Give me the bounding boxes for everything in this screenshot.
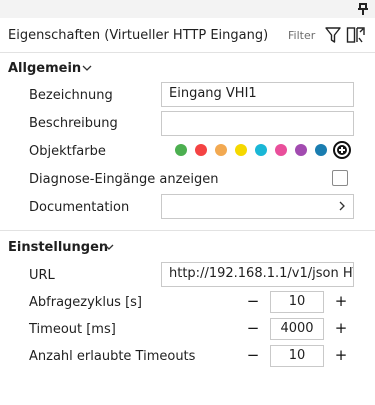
color-swatch[interactable]: [295, 144, 307, 156]
color-swatch[interactable]: [315, 144, 327, 156]
poll-cycle-label: Abfragezyklus [s]: [29, 295, 143, 310]
color-swatch[interactable]: [235, 144, 247, 156]
filter-icon[interactable]: [324, 26, 342, 44]
color-swatch[interactable]: [255, 144, 267, 156]
add-color-icon[interactable]: [333, 141, 351, 159]
chevron-right-icon[interactable]: [337, 201, 347, 211]
section-divider: [0, 230, 375, 231]
poll-cycle-decrement-button[interactable]: −: [245, 293, 261, 309]
header-divider: [0, 52, 375, 53]
documentation-label: Documentation: [29, 200, 130, 215]
max-timeouts-label: Anzahl erlaubte Timeouts: [29, 349, 196, 364]
name-label: Bezeichnung: [29, 88, 113, 103]
description-field[interactable]: [161, 111, 354, 136]
chevron-down-icon[interactable]: [103, 241, 115, 253]
timeout-decrement-button[interactable]: −: [245, 320, 261, 336]
section-settings-heading[interactable]: Einstellungen: [8, 240, 108, 255]
color-swatch[interactable]: [175, 144, 187, 156]
diagnostic-inputs-label: Diagnose-Eingänge anzeigen: [29, 172, 219, 187]
color-swatch[interactable]: [275, 144, 287, 156]
timeout-value[interactable]: 4000: [270, 318, 324, 340]
url-field[interactable]: http://192.168.1.1/v1/json HT: [161, 262, 354, 287]
timeout-increment-button[interactable]: +: [333, 320, 349, 336]
pin-icon[interactable]: [358, 2, 368, 15]
properties-header: Eigenschaften (Virtueller HTTP Eingang) …: [0, 18, 375, 52]
url-label: URL: [29, 268, 55, 283]
properties-icon[interactable]: [346, 26, 366, 44]
max-timeouts-decrement-button[interactable]: −: [245, 347, 261, 363]
panel-titlebar: [0, 0, 375, 18]
description-label: Beschreibung: [29, 116, 118, 131]
max-timeouts-value[interactable]: 10: [270, 345, 324, 367]
color-swatch[interactable]: [215, 144, 227, 156]
poll-cycle-value[interactable]: 10: [270, 291, 324, 313]
poll-cycle-increment-button[interactable]: +: [333, 293, 349, 309]
filter-label[interactable]: Filter: [288, 29, 315, 42]
max-timeouts-increment-button[interactable]: +: [333, 347, 349, 363]
panel-title: Eigenschaften (Virtueller HTTP Eingang): [8, 28, 269, 43]
name-field[interactable]: Eingang VHI1: [161, 82, 354, 107]
color-swatch[interactable]: [195, 144, 207, 156]
diagnostic-inputs-checkbox[interactable]: [332, 170, 348, 186]
chevron-down-icon[interactable]: [81, 62, 93, 74]
timeout-label: Timeout [ms]: [29, 322, 116, 337]
object-color-label: Objektfarbe: [29, 144, 106, 159]
section-general-heading[interactable]: Allgemein: [8, 61, 81, 76]
documentation-field[interactable]: [161, 194, 354, 219]
